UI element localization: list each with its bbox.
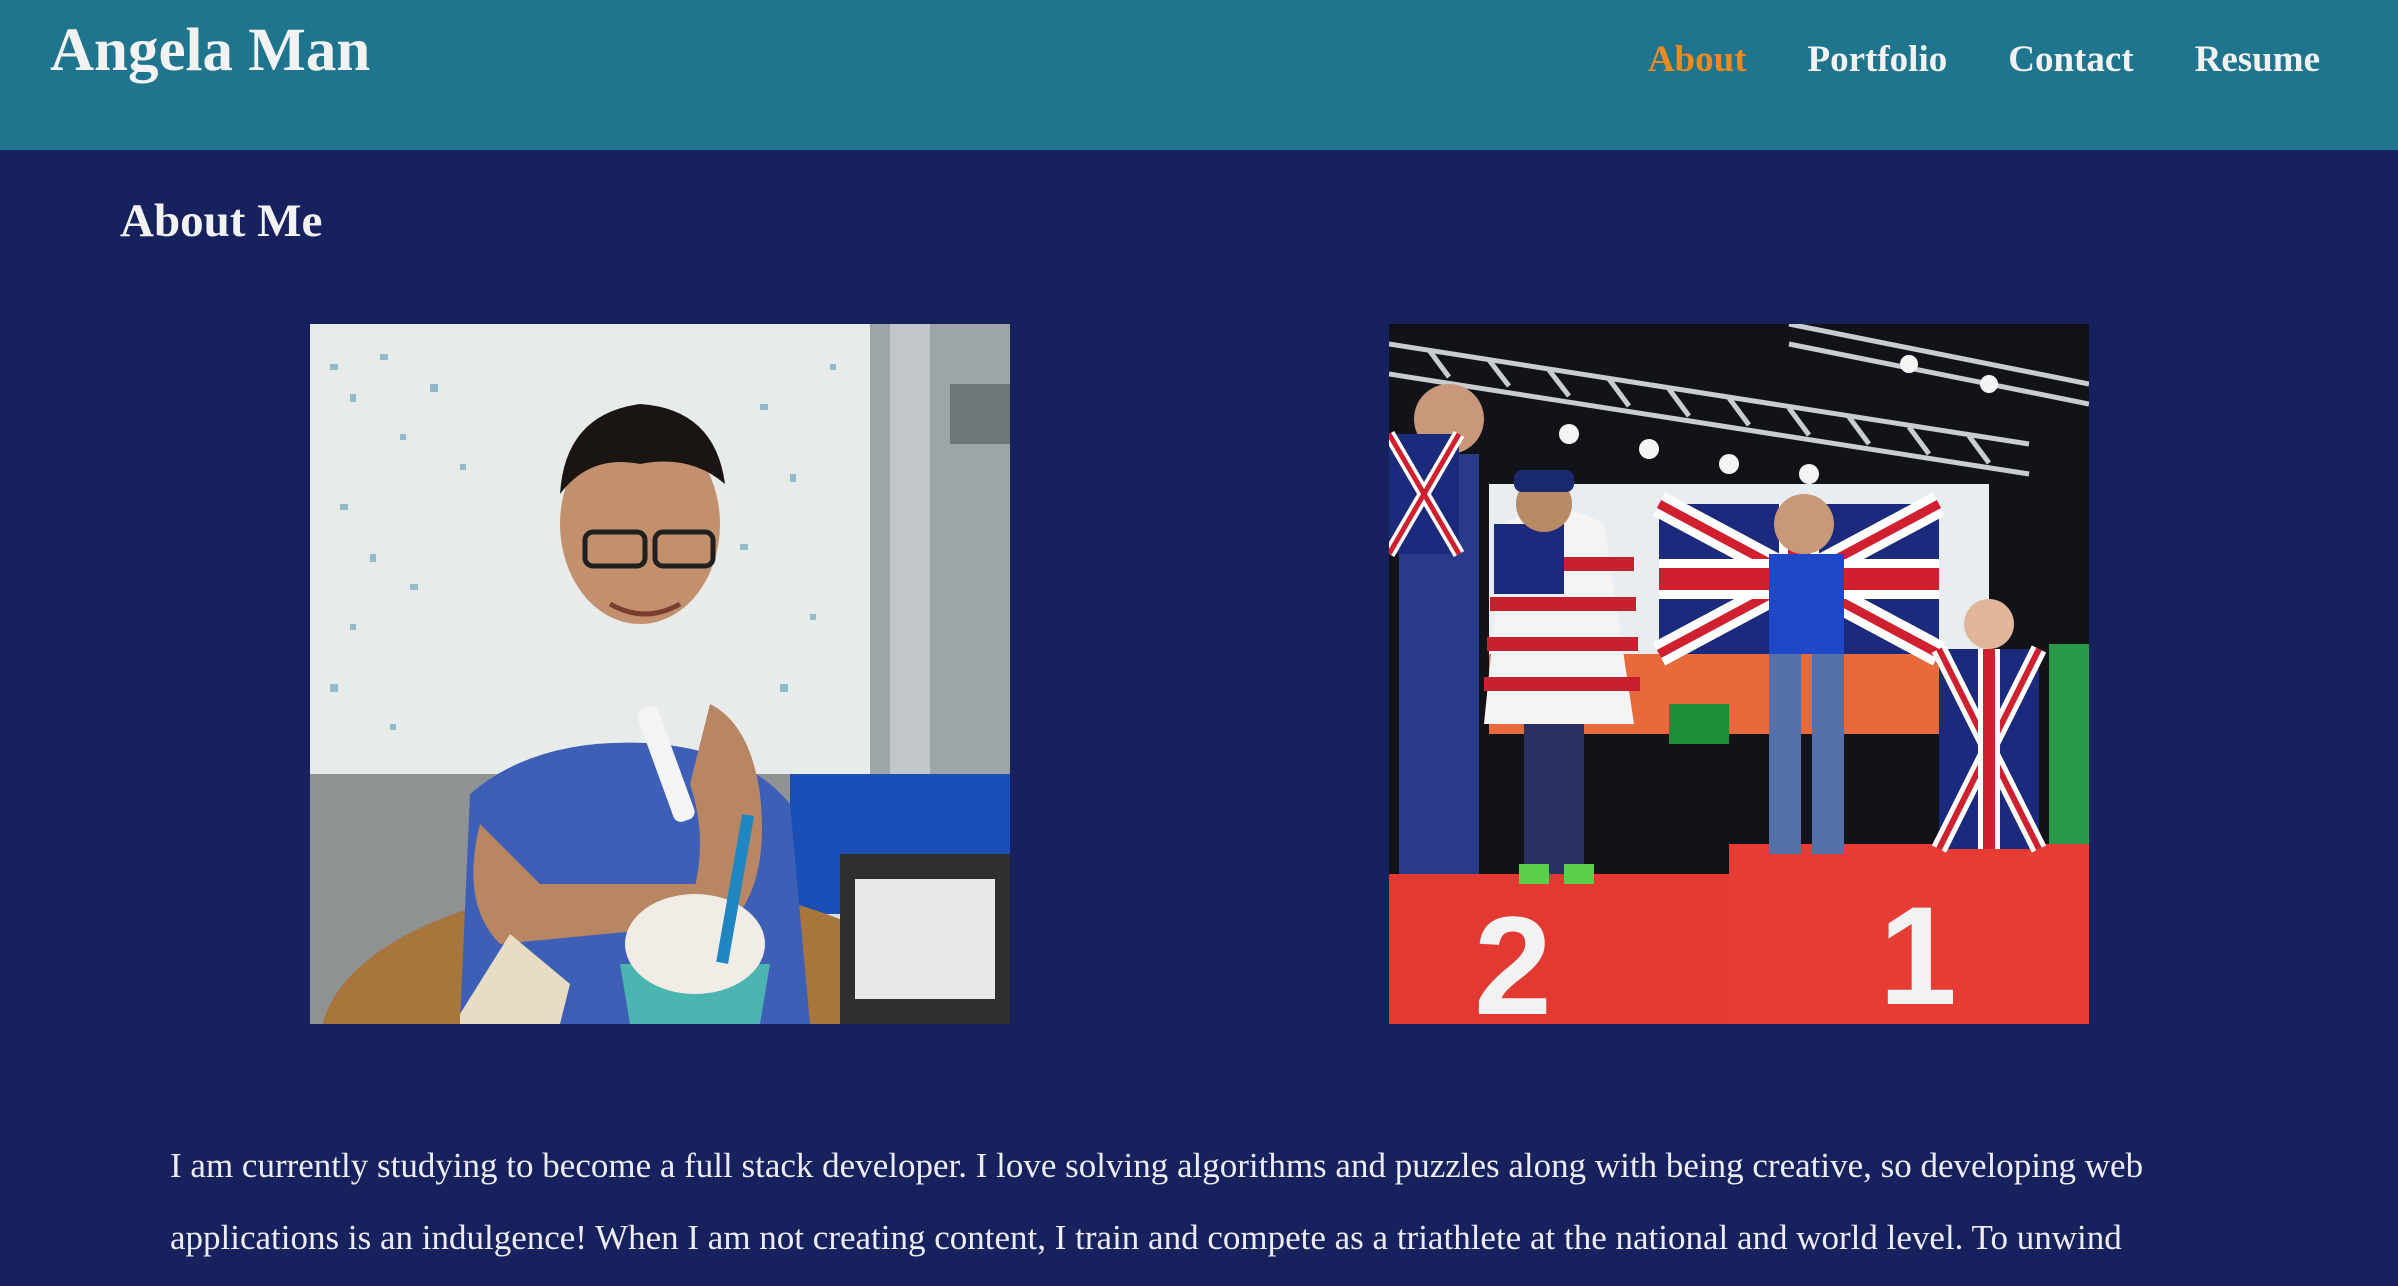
main-nav: About Portfolio Contact Resume — [1648, 34, 2320, 86]
nav-resume-link[interactable]: Resume — [2195, 34, 2320, 86]
nav-about-link[interactable]: About — [1648, 34, 1747, 86]
profile-photo — [310, 324, 1010, 1024]
site-header: Angela Man About Portfolio Contact Resum… — [0, 0, 2398, 150]
nav-portfolio-link[interactable]: Portfolio — [1808, 34, 1948, 86]
podium-photo: 2 1 — [1389, 324, 2089, 1024]
svg-text:2: 2 — [1474, 887, 1552, 1024]
site-title[interactable]: Angela Man — [50, 14, 370, 88]
svg-text:1: 1 — [1879, 877, 1957, 1024]
section-title: About Me — [120, 195, 323, 247]
nav-contact-link[interactable]: Contact — [2008, 34, 2133, 86]
bio-paragraph: I am currently studying to become a full… — [170, 1146, 2144, 1257]
